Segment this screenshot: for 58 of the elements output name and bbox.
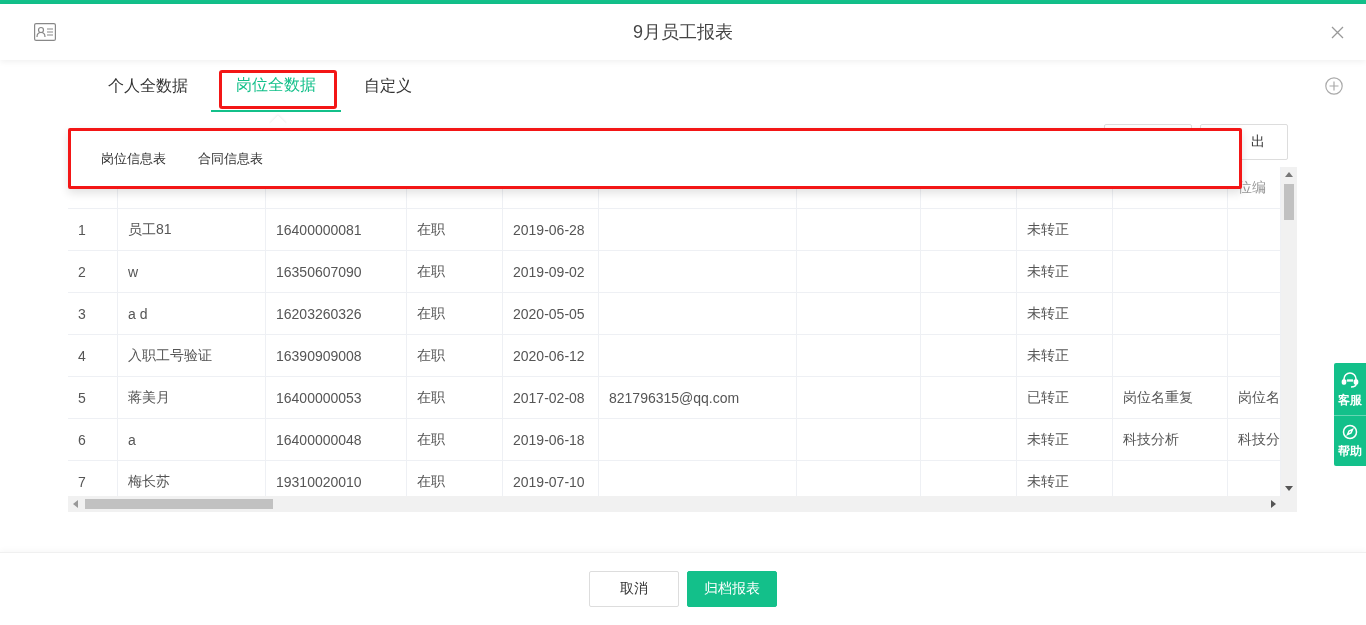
table-cell: 员工81	[118, 209, 266, 250]
table-cell: 821796315@qq.com	[599, 377, 797, 418]
table-cell: w	[118, 251, 266, 292]
table-cell: 2020-05-05	[503, 293, 599, 334]
window-title: 9月员工报表	[633, 22, 733, 42]
tab[interactable]: 自定义	[351, 60, 425, 112]
table-cell: 未转正	[1017, 209, 1113, 250]
scrollbar-thumb[interactable]	[1284, 184, 1294, 220]
table-cell: 2017-02-08	[503, 377, 599, 418]
table-cell: 未转正	[1017, 335, 1113, 376]
scroll-down-icon[interactable]	[1285, 486, 1293, 491]
table-cell: 2	[68, 251, 118, 292]
headset-icon	[1341, 371, 1359, 389]
table-cell: a	[118, 419, 266, 460]
menu-item[interactable]: 合同信息表	[198, 149, 263, 168]
close-icon[interactable]	[1331, 25, 1344, 39]
table-cell: 未转正	[1017, 293, 1113, 334]
table-cell: 2019-06-18	[503, 419, 599, 460]
table-cell: 在职	[407, 209, 503, 250]
table-cell: 未转正	[1017, 251, 1113, 292]
compass-icon	[1342, 424, 1358, 440]
horizontal-scrollbar[interactable]	[68, 496, 1297, 512]
tab[interactable]: 个人全数据	[95, 60, 201, 112]
table-cell: 16400000053	[266, 377, 407, 418]
table-cell: 5	[68, 377, 118, 418]
table-cell: 入职工号验证	[118, 335, 266, 376]
scroll-right-icon[interactable]	[1271, 500, 1276, 508]
table-cell: 2019-09-02	[503, 251, 599, 292]
table-cell: 6	[68, 419, 118, 460]
table-cell: 蒋美月	[118, 377, 266, 418]
add-icon[interactable]	[1325, 77, 1343, 95]
table-cell: 4	[68, 335, 118, 376]
table-cell: 岗位名重复	[1113, 377, 1228, 418]
vertical-scrollbar[interactable]	[1281, 167, 1297, 496]
table-cell: 已转正	[1017, 377, 1113, 418]
table-cell: 在职	[407, 377, 503, 418]
table-cell: 2019-06-28	[503, 209, 599, 250]
table-cell: 16400000048	[266, 419, 407, 460]
table-cell: 科技分析	[1113, 419, 1228, 460]
cancel-button[interactable]: 取消	[589, 571, 679, 607]
table-cell: 16390909008	[266, 335, 407, 376]
table-cell: 16350607090	[266, 251, 407, 292]
menu-item[interactable]: 岗位信息表	[101, 149, 166, 168]
scrollbar-thumb[interactable]	[85, 499, 273, 509]
table-cell: 16400000081	[266, 209, 407, 250]
table-cell: 16203260326	[266, 293, 407, 334]
contact-card-icon	[34, 23, 56, 41]
table-cell: 未转正	[1017, 419, 1113, 460]
table-cell: 3	[68, 293, 118, 334]
table-cell: 1	[68, 209, 118, 250]
scroll-up-icon[interactable]	[1285, 172, 1293, 177]
table-cell: 在职	[407, 293, 503, 334]
table-cell: 在职	[407, 335, 503, 376]
table-cell: 2020-06-12	[503, 335, 599, 376]
table-cell: a d	[118, 293, 266, 334]
table-cell: 在职	[407, 251, 503, 292]
scroll-left-icon[interactable]	[73, 500, 78, 508]
table-cell: 在职	[407, 419, 503, 460]
